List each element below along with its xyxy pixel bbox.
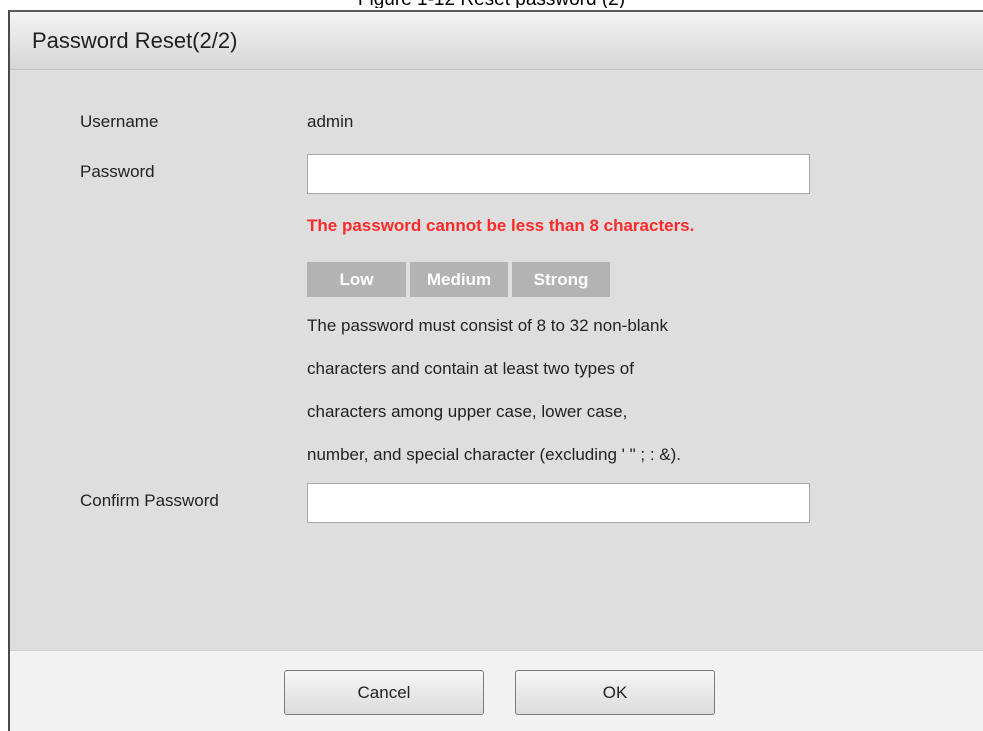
confirm-password-label: Confirm Password bbox=[80, 491, 219, 510]
strength-low: Low bbox=[307, 262, 406, 297]
password-reset-dialog: Password Reset(2/2) Username admin Passw… bbox=[8, 10, 983, 731]
confirm-password-input[interactable] bbox=[307, 483, 810, 523]
cancel-button[interactable]: Cancel bbox=[284, 670, 484, 715]
password-hint-line: The password must consist of 8 to 32 non… bbox=[307, 316, 668, 335]
username-value: admin bbox=[307, 112, 354, 131]
strength-medium: Medium bbox=[410, 262, 508, 297]
password-strength-meter: Low Medium Strong bbox=[307, 262, 610, 297]
password-label: Password bbox=[80, 162, 155, 181]
password-hint-line: number, and special character (excluding… bbox=[307, 445, 682, 464]
password-input[interactable] bbox=[307, 154, 810, 194]
dialog-title: Password Reset(2/2) bbox=[32, 28, 238, 53]
dialog-titlebar: Password Reset(2/2) bbox=[10, 12, 983, 70]
strength-strong: Strong bbox=[512, 262, 610, 297]
username-label: Username bbox=[80, 112, 159, 131]
password-hint-line: characters and contain at least two type… bbox=[307, 359, 634, 378]
dialog-body: Username admin Password The password can… bbox=[10, 70, 983, 647]
figure-caption: Figure 1-12 Reset password (2) bbox=[0, 0, 983, 8]
dialog-footer: Cancel OK bbox=[10, 650, 983, 731]
ok-button[interactable]: OK bbox=[515, 670, 715, 715]
password-hint-line: characters among upper case, lower case, bbox=[307, 402, 628, 421]
password-error-message: The password cannot be less than 8 chara… bbox=[307, 216, 695, 235]
